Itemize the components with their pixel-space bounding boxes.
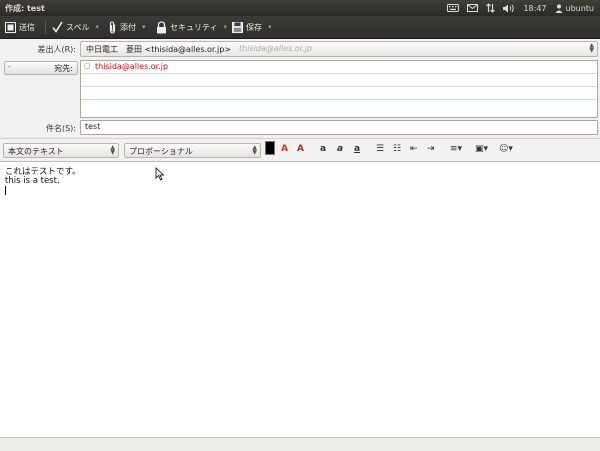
mail-icon[interactable] (467, 4, 479, 12)
recipient-row-empty[interactable] (81, 74, 597, 87)
to-label: 宛先: (54, 64, 73, 73)
align-icon[interactable]: ≡▾ (450, 144, 462, 154)
spell-dropdown-icon[interactable]: ▾ (95, 23, 99, 31)
combo-arrows-icon: ▲ ▼ (589, 42, 594, 54)
recipient-address[interactable]: thisida@alles.or.jp (95, 62, 168, 71)
from-label: 差出人(R): (37, 45, 77, 54)
lock-icon (157, 20, 166, 33)
user-menu[interactable]: ubuntu (555, 3, 595, 13)
font-value: プロポーショナル (129, 147, 193, 156)
insert-image-icon[interactable]: ▣▾ (475, 144, 488, 154)
checkmark-icon (52, 21, 63, 33)
outdent-icon[interactable]: ⇤ (410, 144, 418, 154)
italic-icon[interactable]: a (337, 144, 343, 154)
recipient-row[interactable]: ▢ thisida@alles.or.jp (81, 61, 597, 74)
address-book-icon: ▢ (84, 62, 91, 70)
spell-button[interactable]: スペル ▾ (52, 19, 99, 35)
security-dropdown-icon[interactable]: ▾ (224, 23, 228, 31)
recipient-row-empty[interactable] (81, 87, 597, 100)
user-icon (555, 4, 562, 13)
from-select[interactable]: 中日電工 菱田 <thisida@alles.or.jp> thisida@al… (80, 41, 598, 57)
font-select[interactable]: プロポーショナル ▲ ▼ (124, 143, 261, 158)
send-icon (5, 21, 16, 33)
bold-icon[interactable]: a (320, 144, 326, 154)
combo-arrows-icon: ▲ ▼ (252, 144, 257, 156)
attach-dropdown-icon[interactable]: ▾ (142, 23, 146, 31)
subject-value: test (85, 122, 101, 131)
body-line: this is a test. (5, 176, 60, 186)
combo-arrows-icon: ▲ ▼ (110, 144, 115, 156)
keyboard-icon[interactable] (447, 4, 460, 12)
volume-icon[interactable] (503, 4, 515, 13)
paragraph-style-select[interactable]: 本文のテキスト ▲ ▼ (3, 143, 119, 158)
recipient-type-button[interactable]: - 宛先: (4, 61, 78, 75)
paperclip-icon (109, 20, 116, 34)
recipient-row-empty[interactable] (81, 100, 597, 112)
attach-button[interactable]: 添付 ▾ (108, 19, 146, 35)
save-dropdown-icon[interactable]: ▾ (268, 23, 272, 31)
from-value: 中日電工 菱田 <thisida@alles.or.jp> (86, 45, 232, 54)
text-color-button[interactable] (265, 141, 275, 155)
compose-toolbar: 送信 スペル ▾ 添付 ▾ セキュリティ ▾ 保存 ▾ (0, 16, 600, 39)
floppy-disk-icon (232, 21, 243, 33)
send-button[interactable]: 送信 (5, 19, 35, 35)
bullet-list-icon[interactable]: ☰ (376, 144, 384, 154)
save-button[interactable]: 保存 ▾ (232, 19, 272, 35)
numbered-list-icon[interactable]: ☷ (393, 144, 401, 154)
underline-icon[interactable]: a (354, 144, 360, 154)
subject-input[interactable]: test (80, 120, 598, 135)
toolbar-separator (45, 20, 46, 34)
smiley-icon[interactable]: ☺▾ (499, 144, 513, 154)
security-button[interactable]: セキュリティ ▾ (156, 19, 227, 35)
paragraph-style-value: 本文のテキスト (8, 147, 64, 156)
font-larger-icon[interactable]: A (297, 144, 304, 154)
recipient-list[interactable]: ▢ thisida@alles.or.jp (80, 60, 598, 118)
system-tray: 18:47 ubuntu (447, 2, 594, 14)
format-toolbar: 本文のテキスト ▲ ▼ プロポーショナル ▲ ▼ A A a a a ☰ ☷ ⇤ ⇥… (0, 138, 600, 162)
window-title: 作成: test (5, 4, 45, 13)
mouse-pointer-icon (155, 167, 165, 181)
user-name: ubuntu (565, 3, 595, 13)
title-bar: 作成: test 18:47 ubuntu (0, 0, 600, 16)
subject-label: 件名(S): (45, 124, 76, 133)
network-icon[interactable] (486, 3, 496, 13)
text-caret (5, 186, 6, 195)
clock[interactable]: 18:47 (523, 4, 546, 13)
from-placeholder: thisida@alles.or.jp (239, 44, 313, 53)
indent-icon[interactable]: ⇥ (427, 144, 435, 154)
remove-recipient-icon[interactable]: - (8, 62, 11, 71)
message-body-editor[interactable]: これはテストです。 this is a test. (0, 161, 600, 438)
font-smaller-icon[interactable]: A (281, 144, 288, 154)
status-bar (0, 437, 600, 451)
